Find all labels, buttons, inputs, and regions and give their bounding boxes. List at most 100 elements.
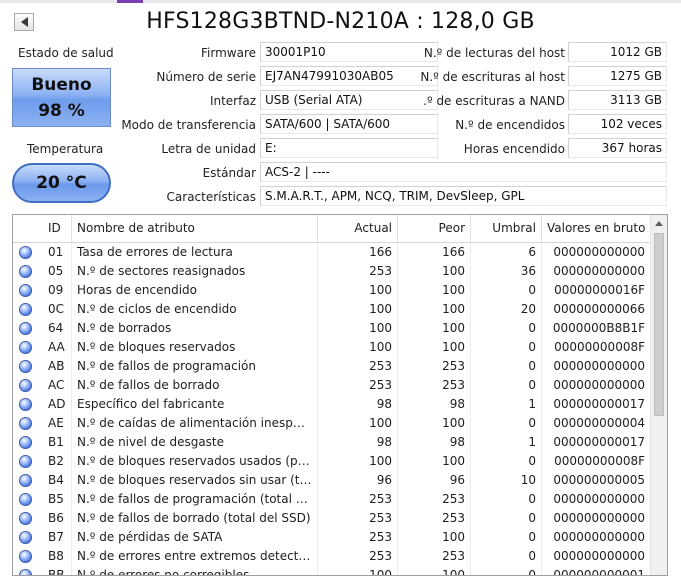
table-row[interactable]: 0C N.º de ciclos de encendido 100 100 20 0000… — [13, 300, 650, 319]
scroll-up-arrow-icon[interactable] — [655, 221, 663, 226]
firmware-label: Firmware — [201, 46, 256, 60]
table-row[interactable]: B7 N.º de pérdidas de SATA 253 100 0 00000000… — [13, 528, 650, 547]
cell-current: 98 — [376, 435, 392, 449]
cell-worst: 253 — [442, 492, 465, 506]
table-row[interactable]: B5 N.º de fallos de programación (total d… — [13, 490, 650, 509]
cell-id: AB — [48, 359, 65, 373]
cell-attribute-name: Específico del fabricante — [77, 397, 225, 411]
cell-threshold: 20 — [520, 302, 536, 316]
table-row[interactable]: AA N.º de bloques reservados 100 100 0 000000… — [13, 338, 650, 357]
status-good-icon — [19, 379, 32, 392]
cell-attribute-name: N.º de fallos de programación (total del… — [77, 492, 317, 506]
cell-id: 64 — [48, 321, 64, 335]
cell-worst: 100 — [442, 321, 465, 335]
table-row[interactable]: B8 N.º de errores entre extremos detectad… — [13, 547, 650, 566]
health-status-indicator[interactable]: Bueno 98 % — [12, 68, 111, 127]
column-header-worst[interactable]: Peor — [398, 215, 470, 242]
smart-attributes-table[interactable]: ID Nombre de atributo Actual Peor Umbral… — [12, 214, 668, 576]
nand-writes-value: 3113 GB — [568, 90, 667, 110]
cell-raw-value: 000000000005 — [553, 473, 645, 487]
cell-raw-value: 000000000000 — [553, 359, 645, 373]
column-header-threshold[interactable]: Umbral — [471, 215, 541, 242]
scrollbar-thumb[interactable] — [654, 233, 664, 416]
cell-current: 100 — [369, 454, 392, 468]
cell-worst: 100 — [442, 302, 465, 316]
cell-threshold: 0 — [528, 359, 536, 373]
cell-raw-value: 000000000001 — [553, 568, 645, 576]
table-row[interactable]: 01 Tasa de errores de lectura 166 166 6 00000… — [13, 243, 650, 262]
cell-id: BB — [48, 568, 65, 576]
table-row[interactable]: B6 N.º de fallos de borrado (total del SS… — [13, 509, 650, 528]
table-row[interactable]: AB N.º de fallos de programación 253 253 0 00… — [13, 357, 650, 376]
cell-worst: 100 — [442, 264, 465, 278]
drive-letter-value: E: — [260, 138, 438, 158]
cell-threshold: 0 — [528, 492, 536, 506]
cell-current: 100 — [369, 340, 392, 354]
features-label: Características — [166, 190, 256, 204]
column-header-current[interactable]: Actual — [318, 215, 397, 242]
nand-writes-label: .º de escrituras a NAND — [423, 94, 565, 108]
status-good-icon — [19, 246, 32, 259]
accent-bar — [117, 0, 143, 3]
cell-threshold: 0 — [528, 511, 536, 525]
cell-attribute-name: N.º de fallos de programación — [77, 359, 256, 373]
cell-id: AD — [48, 397, 66, 411]
cell-threshold: 0 — [528, 568, 536, 576]
power-on-count-value: 102 veces — [568, 114, 667, 134]
standard-label: Estándar — [202, 166, 256, 180]
table-row[interactable]: 09 Horas de encendido 100 100 0 00000000016F — [13, 281, 650, 300]
column-header-raw[interactable]: Valores en bruto — [542, 215, 650, 242]
power-on-hours-value: 367 horas — [568, 138, 667, 158]
cell-raw-value: 000000000000 — [553, 530, 645, 544]
table-row[interactable]: 05 N.º de sectores reasignados 253 100 36 000… — [13, 262, 650, 281]
interface-value: USB (Serial ATA) — [260, 90, 438, 110]
status-good-icon — [19, 341, 32, 354]
table-row[interactable]: AD Específico del fabricante 98 98 1 00000000… — [13, 395, 650, 414]
health-percent-text: 98 % — [38, 101, 85, 121]
table-row[interactable]: AE N.º de caídas de alimentación inespera… — [13, 414, 650, 433]
cell-raw-value: 000000000004 — [553, 416, 645, 430]
cell-threshold: 0 — [528, 283, 536, 297]
host-writes-label: N.º de escrituras al host — [420, 70, 565, 84]
cell-raw-value: 000000000066 — [553, 302, 645, 316]
status-good-icon — [19, 569, 32, 575]
cell-worst: 100 — [442, 454, 465, 468]
cell-threshold: 0 — [528, 416, 536, 430]
firmware-value: 30001P10 — [260, 42, 438, 62]
temperature-label: Temperatura — [27, 142, 104, 156]
cell-current: 98 — [376, 397, 392, 411]
cell-raw-value: 000000000000 — [553, 511, 645, 525]
table-row[interactable]: 64 N.º de borrados 100 100 0 0000000B8B1F — [13, 319, 650, 338]
window-top-border — [0, 0, 681, 3]
column-header-name[interactable]: Nombre de atributo — [72, 215, 317, 242]
temperature-indicator[interactable]: 20 °C — [12, 163, 111, 203]
cell-current: 253 — [369, 359, 392, 373]
cell-id: B5 — [48, 492, 64, 506]
table-row[interactable]: B4 N.º de bloques reservados sin usar (to… — [13, 471, 650, 490]
cell-worst: 166 — [442, 245, 465, 259]
cell-current: 100 — [369, 302, 392, 316]
cell-attribute-name: N.º de errores no corregibles — [77, 568, 250, 576]
table-row[interactable]: B1 N.º de nivel de desgaste 98 98 1 000000000… — [13, 433, 650, 452]
column-header-id[interactable]: ID — [43, 215, 71, 242]
cell-threshold: 10 — [520, 473, 536, 487]
cell-threshold: 0 — [528, 340, 536, 354]
cell-raw-value: 00000000016F — [554, 283, 645, 297]
status-good-icon — [19, 303, 32, 316]
cell-worst: 100 — [442, 340, 465, 354]
cell-attribute-name: N.º de bloques reservados usados (pesimi… — [77, 454, 317, 468]
cell-attribute-name: N.º de sectores reasignados — [77, 264, 246, 278]
table-row[interactable]: BB N.º de errores no corregibles 100 100 0 00… — [13, 566, 650, 576]
cell-raw-value: 000000000017 — [553, 397, 645, 411]
health-status-text: Bueno — [31, 75, 92, 95]
serial-value: EJ7AN47991030AB05 — [260, 66, 438, 86]
cell-raw-value: 00000000008F — [554, 454, 645, 468]
cell-threshold: 6 — [528, 245, 536, 259]
interface-label: Interfaz — [209, 94, 256, 108]
cell-raw-value: 000000000000 — [553, 245, 645, 259]
status-good-icon — [19, 417, 32, 430]
table-row[interactable]: AC N.º de fallos de borrado 253 253 0 0000000… — [13, 376, 650, 395]
table-row[interactable]: B2 N.º de bloques reservados usados (pesi… — [13, 452, 650, 471]
vertical-scrollbar[interactable] — [650, 215, 667, 575]
table-header: ID Nombre de atributo Actual Peor Umbral… — [13, 215, 650, 243]
